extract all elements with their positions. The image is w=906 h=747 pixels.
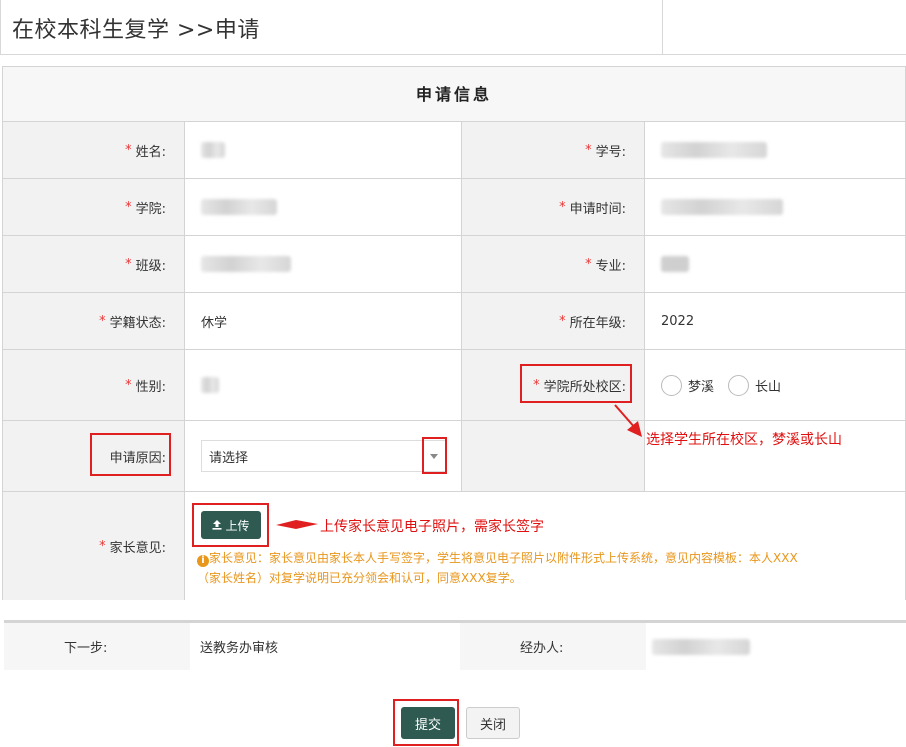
required-mark: *	[99, 313, 106, 329]
radio-circle[interactable]	[728, 374, 750, 396]
divider	[662, 0, 663, 55]
redacted-text	[201, 377, 219, 393]
required-mark: *	[125, 142, 132, 158]
next-step-value: 送教务办审核	[190, 623, 460, 670]
major-label: * 专业:	[462, 236, 645, 293]
radio-circle[interactable]	[661, 374, 682, 396]
highlight-box	[90, 433, 171, 476]
apply-time-label: * 申请时间:	[462, 179, 645, 236]
required-mark: *	[125, 199, 132, 215]
campus-hint: 选择学生所在校区，梦溪或长山	[646, 432, 842, 448]
apply-time-label-text: 申请时间:	[569, 201, 626, 217]
radio-label: 长山	[755, 379, 782, 395]
required-mark: *	[559, 199, 566, 215]
select-placeholder: 请选择	[209, 450, 249, 466]
apply-time-value	[645, 179, 905, 236]
campus-radio-mengxi[interactable]: 梦溪	[661, 374, 715, 396]
required-mark: *	[559, 313, 566, 329]
divider	[0, 0, 1, 55]
gender-value	[185, 350, 462, 421]
major-label-text: 专业:	[595, 258, 626, 274]
page-header: 在校本科生复学 >>申请	[0, 0, 906, 55]
status-value: 休学	[185, 293, 462, 350]
name-label: * 姓名:	[3, 122, 185, 179]
highlight-box	[520, 364, 632, 403]
upload-hint: 上传家长意见电子照片，需家长签字	[320, 519, 544, 535]
name-label-text: 姓名:	[135, 144, 166, 160]
highlight-box	[192, 503, 269, 547]
college-value	[185, 179, 462, 236]
section-title: 申请信息	[3, 67, 905, 122]
student-id-value	[645, 122, 905, 179]
status-label: * 学籍状态:	[3, 293, 185, 350]
redacted-text	[652, 638, 750, 655]
next-step-label: 下一步:	[64, 641, 108, 656]
class-label-text: 班级:	[135, 258, 166, 274]
required-mark: *	[585, 142, 592, 158]
reason-value: 请选择	[185, 421, 462, 492]
redacted-text	[661, 199, 783, 215]
major-value	[645, 236, 905, 293]
required-mark: *	[125, 256, 132, 272]
student-id-label: * 学号:	[462, 122, 645, 179]
parent-opinion-label-text: 家长意见:	[109, 540, 166, 556]
note-line-2: （家长姓名）对复学说明已充分领会和认可，同意XXX复学。	[197, 571, 522, 585]
college-label-text: 学院:	[135, 201, 166, 217]
gender-label-text: 性别:	[135, 379, 166, 395]
info-icon: i	[197, 555, 209, 567]
student-id-label-text: 学号:	[595, 144, 626, 160]
name-value	[185, 122, 462, 179]
class-value	[185, 236, 462, 293]
redacted-text	[661, 256, 689, 272]
status-label-text: 学籍状态:	[109, 315, 166, 331]
redacted-text	[661, 142, 767, 158]
required-mark: *	[125, 377, 132, 393]
required-mark: *	[99, 538, 106, 554]
parent-opinion-value: 上传 i 家长意见：家长意见由家长本人手写签字，学生将意见电子照片以附件形式上传系…	[185, 492, 905, 600]
note-line-1: 家长意见：家长意见由家长本人手写签字，学生将意见电子照片以附件形式上传系统，意见…	[209, 551, 798, 565]
college-label: * 学院:	[3, 179, 185, 236]
radio-label: 梦溪	[688, 379, 715, 395]
grade-value: 2022	[645, 293, 905, 350]
page-title: 在校本科生复学 >>申请	[12, 18, 260, 43]
redacted-text	[201, 142, 225, 158]
close-button[interactable]: 关闭	[466, 707, 520, 739]
class-label: * 班级:	[3, 236, 185, 293]
submit-button[interactable]: 提交	[401, 707, 455, 739]
redacted-text	[201, 199, 277, 215]
redacted-text	[201, 256, 291, 272]
campus-radio-changshan[interactable]: 长山	[728, 374, 782, 396]
grade-label: * 所在年级:	[462, 293, 645, 350]
reason-select[interactable]: 请选择	[201, 440, 447, 472]
campus-value: 梦溪 长山	[645, 350, 905, 421]
parent-opinion-note: i 家长意见：家长意见由家长本人手写签字，学生将意见电子照片以附件形式上传系统，意…	[197, 548, 897, 588]
empty-cell	[462, 421, 645, 492]
workflow-row: 下一步: 送教务办审核 经办人:	[4, 620, 906, 670]
grade-label-text: 所在年级:	[569, 315, 626, 331]
handler-label: 经办人:	[520, 641, 564, 656]
required-mark: *	[585, 256, 592, 272]
handler-value	[646, 623, 906, 670]
parent-opinion-label: * 家长意见:	[3, 492, 185, 600]
highlight-box	[422, 437, 447, 474]
gender-label: * 性别:	[3, 350, 185, 421]
